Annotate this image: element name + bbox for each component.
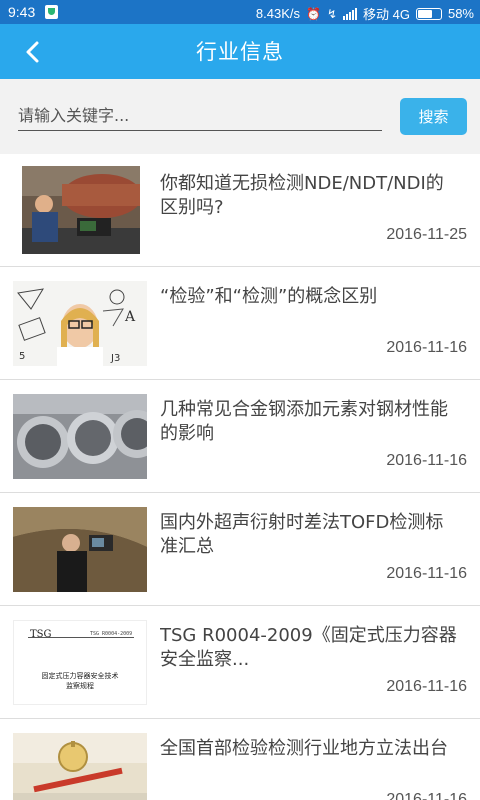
news-title: 你都知道无损检测NDE/NDT/NDI的区别吗? xyxy=(160,173,444,218)
news-thumbnail xyxy=(13,507,147,592)
news-thumbnail: A 5 J3 xyxy=(13,281,147,366)
battery-percent: 58% xyxy=(447,6,474,21)
thumb-doc-tsg: TSG xyxy=(30,629,52,640)
news-date: 2016-11-16 xyxy=(386,791,467,800)
news-date: 2016-11-16 xyxy=(386,452,467,469)
news-date: 2016-11-16 xyxy=(386,565,467,582)
news-item[interactable]: TSG TSG R0004-2009 固定式压力容器安全技术 监察规程 TSG … xyxy=(0,606,480,719)
carrier-label: 移动 4G xyxy=(363,7,410,22)
thumb-doc-title: 固定式压力容器安全技术 xyxy=(41,672,119,680)
news-item[interactable]: 国内外超声衍射时差法TOFD检测标准汇总 2016-11-16 xyxy=(0,493,480,606)
search-bar: 搜索 xyxy=(0,79,480,154)
status-bar: 9:43 8.43K/s ⏰ ↯ 移动 4G 58% xyxy=(0,0,480,24)
news-date: 2016-11-16 xyxy=(386,339,467,356)
news-title: 几种常见合金钢添加元素对钢材性能的影响 xyxy=(160,399,448,444)
status-indicators: 8.43K/s ⏰ ↯ 移动 4G 58% xyxy=(256,4,474,23)
news-item[interactable]: 你都知道无损检测NDE/NDT/NDI的区别吗? 2016-11-25 xyxy=(0,154,480,267)
svg-text:J3: J3 xyxy=(110,353,120,364)
shield-icon xyxy=(45,5,58,19)
news-title: “检验”和“检测”的概念区别 xyxy=(160,286,378,307)
news-title: 国内外超声衍射时差法TOFD检测标准汇总 xyxy=(160,512,444,557)
page-title: 行业信息 xyxy=(196,40,284,64)
news-title: 全国首部检验检测行业地方立法出台 xyxy=(160,738,448,759)
news-item[interactable]: 全国首部检验检测行业地方立法出台 2016-11-16 xyxy=(0,719,480,800)
news-list: 你都知道无损检测NDE/NDT/NDI的区别吗? 2016-11-25 A 5 … xyxy=(0,154,480,800)
news-thumbnail xyxy=(13,394,147,479)
net-speed: 8.43K/s xyxy=(255,6,300,21)
signal-icon xyxy=(343,7,357,20)
thumb-doc-subtitle: 监察规程 xyxy=(66,682,94,690)
news-date: 2016-11-25 xyxy=(386,226,467,243)
vibrate-icon: ↯ xyxy=(326,6,337,21)
alarm-icon: ⏰ xyxy=(305,6,321,21)
app-header: 行业信息 xyxy=(0,24,480,79)
svg-text:5: 5 xyxy=(19,351,25,362)
news-date: 2016-11-16 xyxy=(386,678,467,695)
news-item[interactable]: 几种常见合金钢添加元素对钢材性能的影响 2016-11-16 xyxy=(0,380,480,493)
status-time: 9:43 xyxy=(8,4,36,20)
news-thumbnail xyxy=(22,166,140,254)
news-thumbnail: TSG TSG R0004-2009 固定式压力容器安全技术 监察规程 xyxy=(13,620,147,705)
battery-icon xyxy=(415,7,442,20)
thumb-doc-rule xyxy=(28,637,134,638)
news-thumbnail xyxy=(13,733,147,800)
search-button[interactable]: 搜索 xyxy=(400,98,467,135)
svg-text:A: A xyxy=(124,309,136,325)
news-title: TSG R0004-2009《固定式压力容器安全监察... xyxy=(160,625,457,670)
news-item[interactable]: A 5 J3 “检验”和“检测”的概念区别 2016-11-16 xyxy=(0,267,480,380)
search-input[interactable] xyxy=(18,101,382,131)
